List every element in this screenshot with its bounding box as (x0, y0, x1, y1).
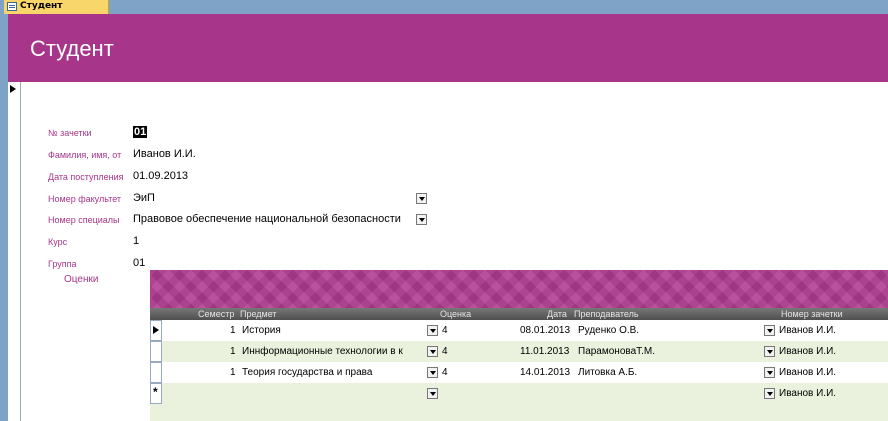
current-record-arrow-icon (10, 85, 16, 93)
grades-subform-label: Оценки (64, 274, 99, 285)
label-specialty-number: Номер специалы (48, 215, 120, 225)
specialty-number-field[interactable]: Правовое обеспечение национальной безопа… (133, 213, 401, 225)
cell-date[interactable]: 14.01.2013 (520, 367, 570, 378)
form-title: Студент (30, 36, 114, 61)
subject-dropdown-button[interactable] (427, 388, 438, 399)
col-date[interactable]: Дата (547, 309, 567, 319)
new-row-selector[interactable]: * (150, 383, 162, 404)
col-subject[interactable]: Предмет (240, 309, 277, 319)
cell-grade[interactable]: 4 (442, 367, 448, 378)
row-selector[interactable] (150, 320, 162, 341)
table-row[interactable]: 1 История 4 08.01.2013 Руденко О.В. Иван… (150, 320, 888, 341)
label-record-number: № зачетки (48, 128, 92, 138)
record-dropdown-button[interactable] (764, 367, 775, 378)
label-group: Группа (48, 259, 77, 269)
cell-grade[interactable]: 4 (442, 346, 448, 357)
subform-header-banner (150, 270, 888, 308)
label-admission-date: Дата поступления (48, 172, 124, 182)
cell-teacher[interactable]: ПарамоноваТ.М. (578, 346, 655, 357)
row-selector[interactable] (150, 362, 162, 383)
subject-dropdown-button[interactable] (427, 367, 438, 378)
cell-subject[interactable]: История (242, 325, 426, 336)
cell-date[interactable]: 11.01.2013 (520, 346, 569, 357)
current-row-arrow-icon (153, 326, 159, 334)
cell-grade[interactable]: 4 (442, 325, 448, 336)
cell-teacher[interactable]: Руденко О.В. (578, 325, 639, 336)
col-grade[interactable]: Оценка (440, 309, 471, 319)
label-faculty-number: Номер факультет (48, 194, 122, 204)
record-dropdown-button[interactable] (764, 388, 775, 399)
record-number-value: 01 (133, 126, 148, 138)
label-course: Курс (48, 237, 68, 247)
grid-header: Семестр Предмет Оценка Дата Преподавател… (150, 308, 888, 320)
col-semester[interactable]: Семестр (198, 309, 234, 319)
new-record-row[interactable]: * Иванов И.И. (150, 383, 888, 421)
cell-record-number[interactable]: Иванов И.И. (779, 346, 836, 357)
admission-date-field[interactable]: 01.09.2013 (133, 170, 188, 182)
new-record-marker: * (153, 385, 158, 399)
cell-teacher[interactable]: Литовка А.Б. (578, 367, 637, 378)
specialty-dropdown-button[interactable] (416, 214, 427, 225)
col-teacher[interactable]: Преподаватель (574, 309, 639, 319)
cell-semester[interactable]: 1 (230, 367, 236, 378)
tab-label: Студент (20, 1, 63, 11)
record-selector[interactable] (8, 82, 21, 421)
cell-semester[interactable]: 1 (230, 346, 236, 357)
form-header: Студент (8, 14, 888, 82)
row-selector[interactable] (150, 341, 162, 362)
col-record-number[interactable]: Номер зачетки (781, 309, 843, 319)
course-field[interactable]: 1 (133, 235, 139, 247)
full-name-field[interactable]: Иванов И.И. (133, 148, 196, 160)
cell-record-number[interactable]: Иванов И.И. (779, 367, 836, 378)
subject-dropdown-button[interactable] (427, 346, 438, 357)
cell-subject[interactable]: Иннформационные технологии в к (242, 346, 426, 357)
table-row[interactable]: 1 Теория государства и права 4 14.01.201… (150, 362, 888, 383)
grades-subform: Семестр Предмет Оценка Дата Преподавател… (150, 270, 888, 421)
form-icon (7, 2, 17, 11)
subject-dropdown-button[interactable] (427, 325, 438, 336)
left-border (0, 14, 8, 421)
tab-student[interactable]: Студент (4, 0, 109, 14)
group-field[interactable]: 01 (133, 257, 145, 269)
record-number-field[interactable]: 01 (133, 126, 148, 138)
cell-date[interactable]: 08.01.2013 (520, 325, 570, 336)
faculty-dropdown-button[interactable] (416, 193, 427, 204)
table-row[interactable]: 1 Иннформационные технологии в к 4 11.01… (150, 341, 888, 362)
record-dropdown-button[interactable] (764, 325, 775, 336)
cell-subject[interactable]: Теория государства и права (242, 367, 426, 378)
cell-semester[interactable]: 1 (230, 325, 236, 336)
record-dropdown-button[interactable] (764, 346, 775, 357)
faculty-number-field[interactable]: ЭиП (133, 192, 155, 204)
cell-record-number[interactable]: Иванов И.И. (779, 388, 836, 399)
document-tab-bar: Студент (0, 0, 888, 14)
cell-record-number[interactable]: Иванов И.И. (779, 325, 836, 336)
label-full-name: Фамилия, имя, от (48, 150, 122, 160)
